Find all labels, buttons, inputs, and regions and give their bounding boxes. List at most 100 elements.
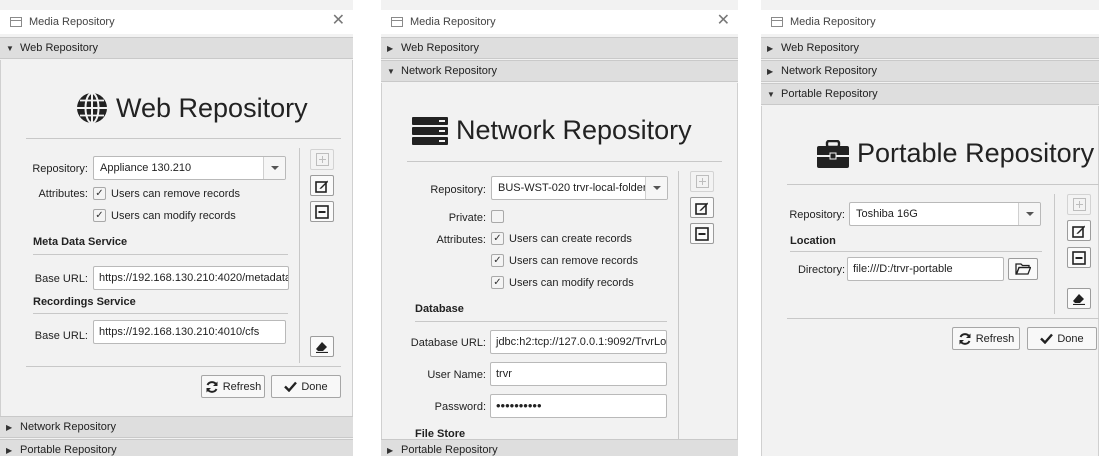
refresh-label: Refresh bbox=[975, 332, 1015, 345]
repository-label: Repository: bbox=[789, 209, 845, 221]
done-button[interactable]: Done bbox=[1027, 327, 1097, 350]
checkbox-checked-icon[interactable]: ✓ bbox=[93, 187, 106, 200]
done-label: Done bbox=[301, 380, 328, 393]
refresh-button[interactable]: Refresh bbox=[201, 375, 265, 398]
checkbox-private[interactable] bbox=[491, 210, 509, 223]
accordion-header-label: Portable Repository bbox=[781, 88, 878, 100]
recordings-base-url-field[interactable]: https://192.168.130.210:4010/cfs bbox=[93, 320, 286, 344]
divider-vertical bbox=[678, 171, 679, 439]
divider bbox=[26, 138, 341, 139]
divider bbox=[33, 313, 288, 314]
checkbox-label: Users can modify records bbox=[509, 276, 634, 289]
accordion-header-network[interactable]: ▼ Network Repository bbox=[381, 60, 738, 82]
checkbox-users-can-modify-records[interactable]: ✓ Users can modify records bbox=[93, 209, 236, 222]
checkbox-users-can-remove-records[interactable]: ✓ Users can remove records bbox=[93, 187, 240, 200]
meta-base-url-field[interactable]: https://192.168.130.210:4020/metadata bbox=[93, 266, 289, 290]
repository-select[interactable]: BUS-WST-020 trvr-local-folder bbox=[491, 176, 668, 200]
add-button[interactable] bbox=[690, 171, 714, 192]
chevron-down-icon[interactable] bbox=[263, 157, 285, 179]
checkbox-checked-icon[interactable]: ✓ bbox=[491, 232, 504, 245]
close-icon[interactable]: ✕ bbox=[332, 13, 345, 29]
accordion-header-web[interactable]: ▶ Web Repository bbox=[761, 37, 1099, 59]
collapsed-arrow-icon: ▶ bbox=[387, 43, 394, 53]
collapsed-arrow-icon: ▶ bbox=[387, 445, 394, 455]
checkbox-checked-icon[interactable]: ✓ bbox=[491, 276, 504, 289]
remove-button[interactable] bbox=[310, 201, 334, 222]
page-title: Network Repository bbox=[412, 115, 692, 146]
edit-button[interactable] bbox=[1067, 220, 1091, 241]
user-name-field[interactable]: trvr bbox=[490, 362, 667, 386]
user-name-label: User Name: bbox=[427, 369, 486, 381]
accordion-header-network[interactable]: ▶ Network Repository bbox=[761, 60, 1099, 82]
accordion-header-portable[interactable]: ▶ Portable Repository bbox=[0, 439, 353, 456]
window-title: Media Repository bbox=[29, 16, 115, 28]
web-repository-pane: Web Repository Repository: Appliance 130… bbox=[0, 60, 353, 416]
repository-select-value: Toshiba 16G bbox=[856, 208, 918, 220]
accordion-header-portable[interactable]: ▼ Portable Repository bbox=[761, 83, 1099, 105]
page-title: Portable Repository bbox=[817, 138, 1094, 169]
checkbox-users-can-create-records[interactable]: ✓ Users can create records bbox=[491, 232, 632, 245]
password-field[interactable]: •••••••••• bbox=[490, 394, 667, 418]
add-button[interactable] bbox=[310, 149, 334, 170]
repository-select[interactable]: Toshiba 16G bbox=[849, 202, 1041, 226]
accordion-header-portable[interactable]: ▶ Portable Repository bbox=[381, 439, 738, 456]
divider bbox=[787, 184, 1099, 185]
expanded-arrow-icon: ▼ bbox=[767, 89, 775, 99]
media-repository-window-web: Media Repository ✕ ▼ Web Repository Web … bbox=[0, 0, 353, 456]
browse-folder-button[interactable] bbox=[1008, 258, 1038, 280]
private-label: Private: bbox=[448, 212, 486, 224]
add-icon bbox=[315, 153, 329, 166]
checkbox-users-can-modify-records[interactable]: ✓ Users can modify records bbox=[491, 276, 634, 289]
app-window-icon bbox=[10, 17, 22, 27]
add-button[interactable] bbox=[1067, 194, 1091, 215]
divider-vertical bbox=[1054, 194, 1055, 314]
chevron-down-icon[interactable] bbox=[1018, 203, 1040, 225]
refresh-button[interactable]: Refresh bbox=[952, 327, 1020, 350]
clear-button[interactable] bbox=[1067, 288, 1091, 309]
edit-button[interactable] bbox=[310, 175, 334, 196]
repository-select[interactable]: Appliance 130.210 bbox=[93, 156, 286, 180]
edit-icon bbox=[1072, 225, 1085, 238]
checkbox-unchecked-icon[interactable] bbox=[491, 210, 504, 223]
checkmark-icon bbox=[284, 381, 298, 392]
directory-label: Directory: bbox=[797, 264, 845, 276]
accordion-header-label: Web Repository bbox=[20, 42, 99, 54]
briefcase-icon bbox=[817, 139, 849, 168]
done-button[interactable]: Done bbox=[271, 375, 341, 398]
meta-data-service-heading: Meta Data Service bbox=[33, 236, 128, 248]
checkbox-users-can-remove-records[interactable]: ✓ Users can remove records bbox=[491, 254, 638, 267]
clear-button[interactable] bbox=[310, 336, 334, 357]
remove-button[interactable] bbox=[1067, 247, 1091, 268]
accordion-header-web[interactable]: ▶ Web Repository bbox=[381, 37, 738, 59]
globe-icon bbox=[77, 92, 107, 124]
add-icon bbox=[695, 175, 709, 188]
refresh-icon bbox=[206, 380, 218, 393]
app-window-icon bbox=[771, 17, 783, 27]
accordion-header-network[interactable]: ▶ Network Repository bbox=[0, 416, 353, 438]
expanded-arrow-icon: ▼ bbox=[387, 66, 395, 76]
close-icon[interactable]: ✕ bbox=[717, 13, 730, 29]
checkbox-label: Users can remove records bbox=[111, 187, 240, 200]
accordion-header-label: Portable Repository bbox=[401, 444, 498, 456]
checkbox-label: Users can remove records bbox=[509, 254, 638, 267]
edit-icon bbox=[315, 180, 328, 193]
collapsed-arrow-icon: ▶ bbox=[6, 422, 13, 432]
page-title-text: Network Repository bbox=[456, 115, 692, 145]
media-repository-window-portable: Media Repository ▶ Web Repository ▶ Netw… bbox=[761, 0, 1099, 456]
page-title-text: Portable Repository bbox=[857, 138, 1095, 168]
checkbox-checked-icon[interactable]: ✓ bbox=[93, 209, 106, 222]
divider bbox=[33, 254, 288, 255]
database-heading: Database bbox=[415, 303, 464, 315]
accordion-header-web[interactable]: ▼ Web Repository bbox=[0, 37, 353, 59]
remove-button[interactable] bbox=[690, 223, 714, 244]
repository-label: Repository: bbox=[32, 163, 88, 175]
location-heading: Location bbox=[790, 235, 836, 247]
accordion-header-label: Network Repository bbox=[401, 65, 497, 77]
database-url-field[interactable]: jdbc:h2:tcp://127.0.0.1:9092/TrvrLocal bbox=[490, 330, 667, 354]
chevron-down-icon[interactable] bbox=[645, 177, 667, 199]
divider bbox=[415, 321, 667, 322]
checkbox-label: Users can modify records bbox=[111, 209, 236, 222]
edit-button[interactable] bbox=[690, 197, 714, 218]
directory-field[interactable]: file:///D:/trvr-portable bbox=[847, 257, 1004, 281]
checkbox-checked-icon[interactable]: ✓ bbox=[491, 254, 504, 267]
